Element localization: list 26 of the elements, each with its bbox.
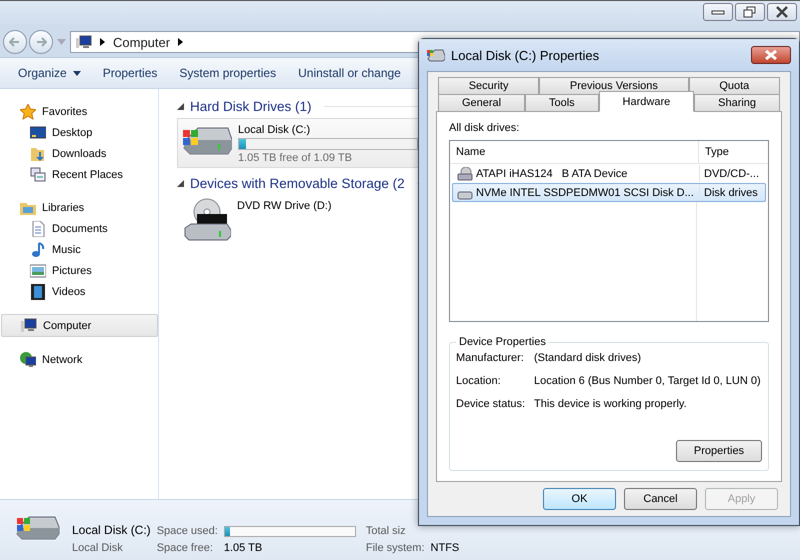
field-label: Space used: (156, 525, 218, 537)
drive-name: Local Disk (C:) (238, 124, 312, 136)
device-name: NVMe INTEL SSDPEDMW01 SCSI Disk D... (476, 186, 694, 198)
property-label: Manufacturer: (456, 352, 525, 364)
drive-type: Local Disk (72, 542, 124, 554)
field-label: File system: (366, 542, 425, 554)
property-label: Device status: (456, 398, 526, 410)
property-value: Location 6 (Bus Number 0, Target Id 0, LUN 0) (534, 375, 761, 387)
group-heading: Devices with Removable Storage (2 (190, 176, 405, 191)
field-label: Space free: (156, 542, 214, 554)
field-value: NTFS (430, 542, 460, 554)
dialog-title: Local Disk (C:) Properties (451, 48, 600, 62)
device-type: DVD/CD-... (699, 165, 765, 182)
property-value: This device is working properly. (534, 398, 687, 410)
field-value: 1.05 TB (224, 542, 264, 554)
free-space-text: 1.05 TB free of 1.09 TB (238, 152, 353, 164)
group-title: Device Properties (458, 336, 547, 348)
group-heading: Hard Disk Drives (1) (190, 99, 312, 114)
device-name: ATAPI iHAS124 B ATA Device (476, 168, 628, 180)
drive-name: DVD RW Drive (D:) (237, 200, 333, 212)
device-type: Disk drives (699, 184, 765, 201)
field-label: Total siz (366, 525, 407, 537)
drive-name: Local Disk (C:) (72, 523, 151, 537)
list-label: All disk drives: (449, 122, 520, 134)
property-value: (Standard disk drives) (534, 352, 641, 364)
property-label: Location: (456, 375, 502, 387)
